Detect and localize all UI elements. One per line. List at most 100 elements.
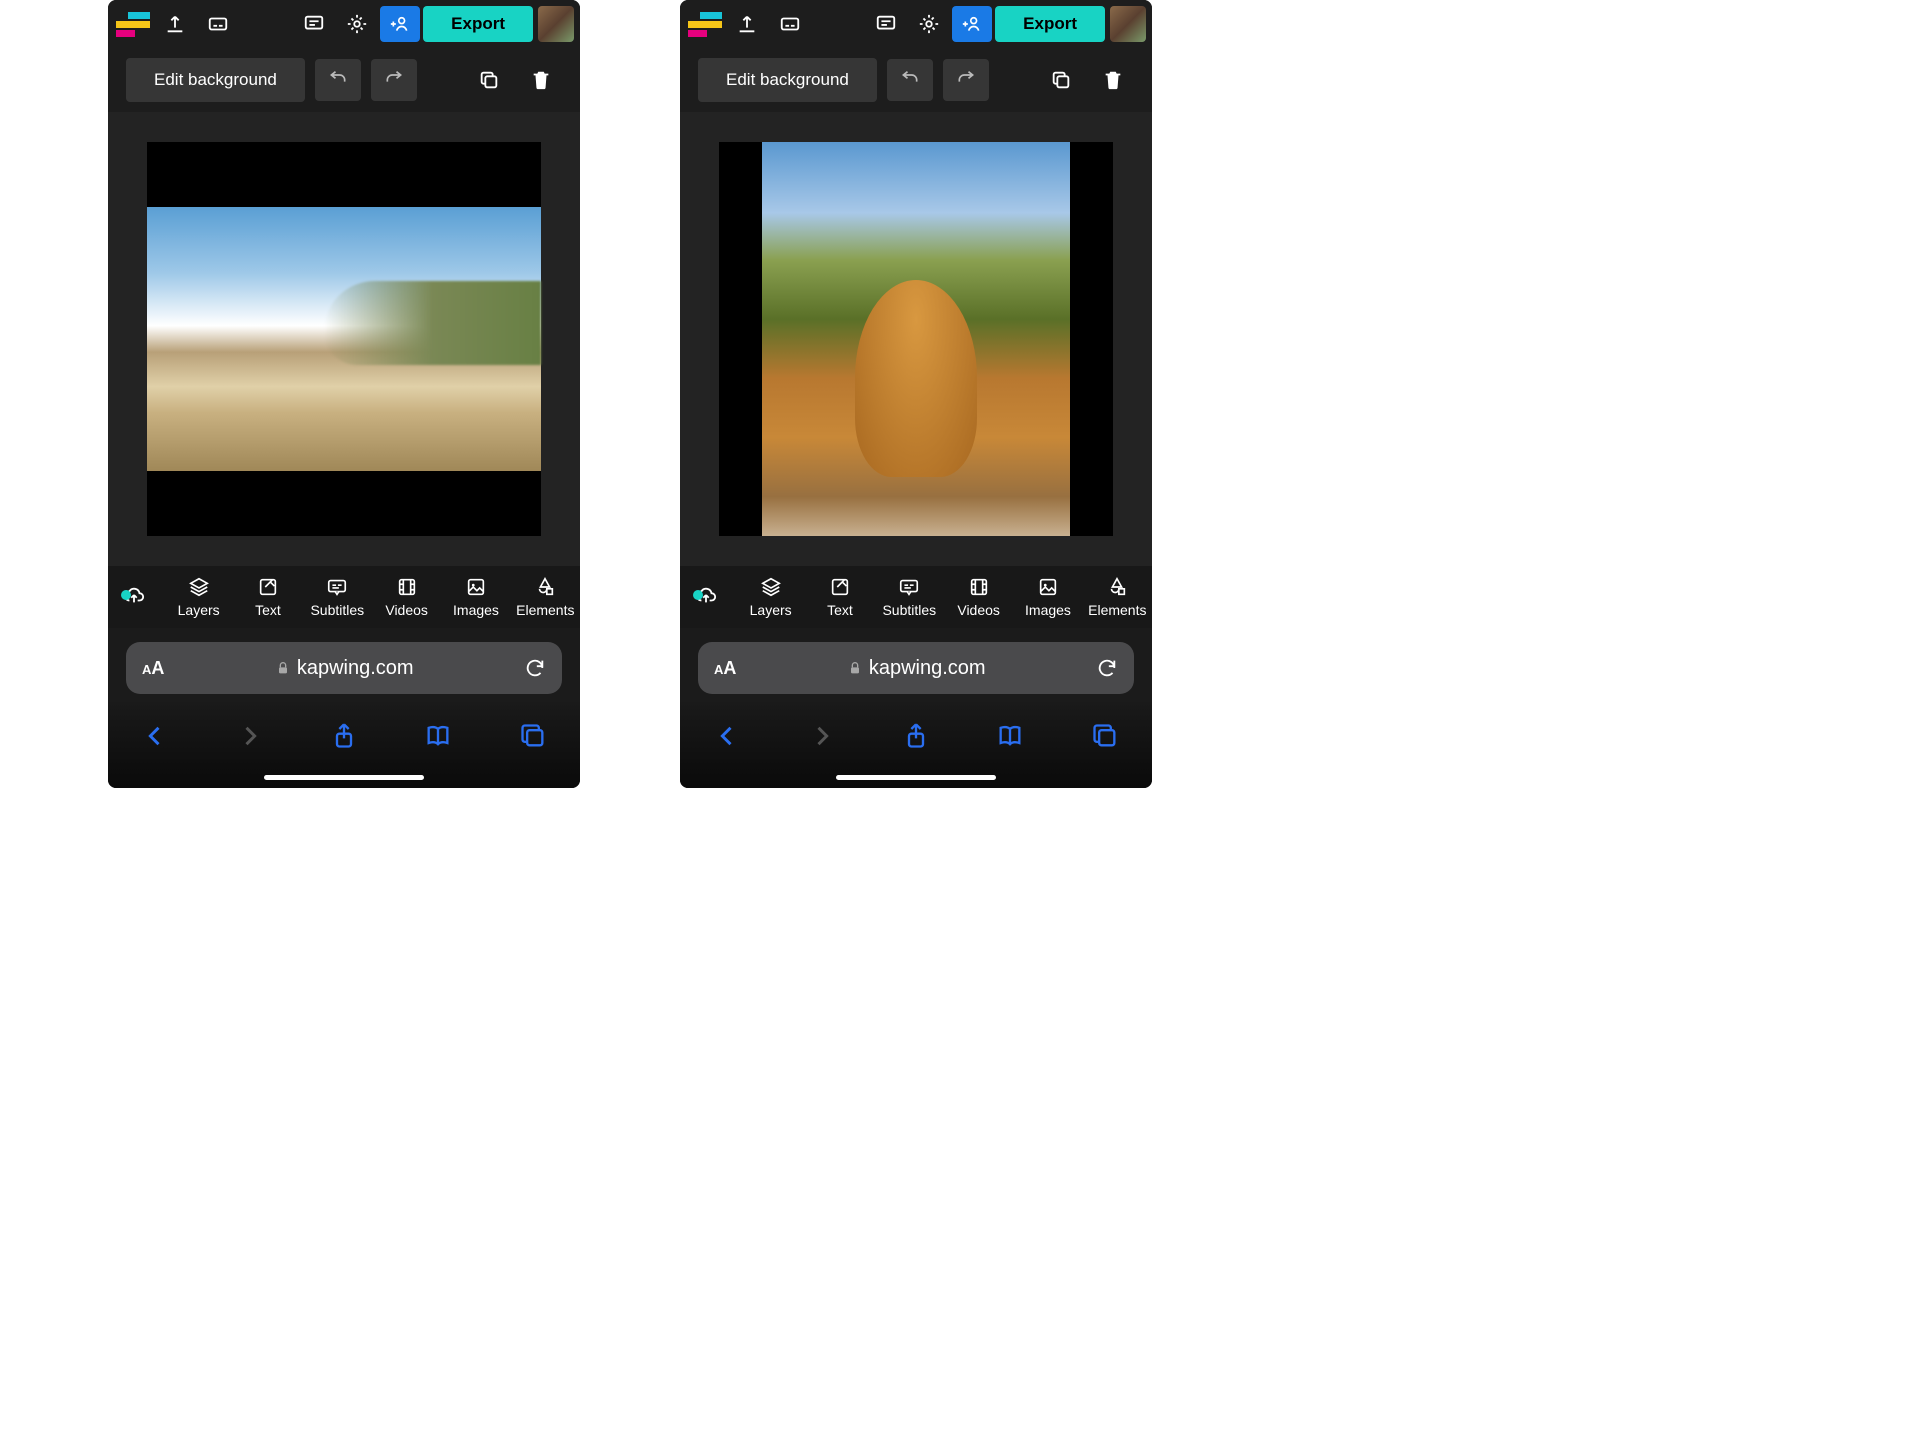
canvas-image[interactable] [147,207,541,471]
bookmarks-button[interactable] [988,714,1032,758]
delete-button[interactable] [1092,59,1134,101]
redo-icon [384,70,404,90]
address-bar[interactable]: AA kapwing.com [698,642,1134,694]
nav-forward-button[interactable] [800,714,844,758]
undo-button[interactable] [315,59,361,101]
bottom-toolbar: Layers Text Subtitles Videos Images Elem… [680,566,1152,628]
kapwing-logo[interactable] [686,9,724,39]
text-size-button[interactable]: AA [714,658,736,679]
text-size-button[interactable]: AA [142,658,164,679]
address-text: kapwing.com [869,657,986,680]
subtitles-icon [326,576,348,598]
gear-icon [918,13,940,35]
address-text: kapwing.com [297,657,414,680]
comments-button[interactable] [294,6,334,42]
layers-label: Layers [750,602,792,618]
chevron-left-icon [141,722,169,750]
address-content[interactable]: kapwing.com [736,657,1096,680]
layers-label: Layers [178,602,220,618]
nav-back-button[interactable] [705,714,749,758]
sub-toolbar: Edit background [108,48,580,112]
canvas-area[interactable] [108,112,580,566]
kapwing-logo[interactable] [114,9,152,39]
trash-icon [530,69,552,91]
reload-icon[interactable] [1096,657,1118,679]
canvas[interactable] [147,142,541,536]
tabs-icon [1091,722,1119,750]
tabs-button[interactable] [1083,714,1127,758]
layers-icon [188,576,210,598]
subtitles-tool[interactable]: Subtitles [875,576,944,618]
text-tool[interactable]: Text [805,576,874,618]
address-content[interactable]: kapwing.com [164,657,524,680]
export-button[interactable]: Export [995,6,1105,42]
elements-tool[interactable]: Elements [1083,576,1152,618]
edit-background-button[interactable]: Edit background [698,58,877,102]
address-bar[interactable]: AA kapwing.com [126,642,562,694]
add-user-button[interactable] [380,6,420,42]
add-user-button[interactable] [952,6,992,42]
edit-background-button[interactable]: Edit background [126,58,305,102]
share-button[interactable] [322,714,366,758]
cloud-upload-icon [123,584,145,606]
top-toolbar: Export [108,0,580,48]
home-indicator[interactable] [836,775,996,780]
videos-label: Videos [957,602,1000,618]
images-tool[interactable]: Images [1013,576,1082,618]
images-tool[interactable]: Images [441,576,510,618]
safari-bottom-nav [108,702,580,788]
tabs-icon [519,722,547,750]
loading-indicator [680,584,736,610]
bookmarks-button[interactable] [416,714,460,758]
undo-button[interactable] [887,59,933,101]
comments-button[interactable] [866,6,906,42]
bottom-toolbar: Layers Text Subtitles Videos Images Elem… [108,566,580,628]
subtitles-tool[interactable]: Subtitles [303,576,372,618]
home-indicator[interactable] [264,775,424,780]
text-icon [829,576,851,598]
editor-screen-right: Export Edit background Layers [680,0,1152,788]
canvas[interactable] [719,142,1113,536]
videos-tool[interactable]: Videos [944,576,1013,618]
duplicate-button[interactable] [1040,59,1082,101]
redo-button[interactable] [371,59,417,101]
undo-icon [900,70,920,90]
share-button[interactable] [894,714,938,758]
user-avatar[interactable] [1110,6,1146,42]
caption-button[interactable] [198,6,238,42]
sub-toolbar: Edit background [680,48,1152,112]
caption-icon [779,13,801,35]
reload-icon[interactable] [524,657,546,679]
subtitles-icon [898,576,920,598]
images-icon [465,576,487,598]
canvas-image[interactable] [762,142,1069,536]
settings-button[interactable] [909,6,949,42]
subtitles-label: Subtitles [310,602,364,618]
redo-button[interactable] [943,59,989,101]
chevron-right-icon [808,722,836,750]
caption-button[interactable] [770,6,810,42]
chevron-left-icon [713,722,741,750]
upload-icon [736,13,758,35]
nav-forward-button[interactable] [228,714,272,758]
videos-icon [396,576,418,598]
nav-back-button[interactable] [133,714,177,758]
tabs-button[interactable] [511,714,555,758]
caption-icon [207,13,229,35]
delete-button[interactable] [520,59,562,101]
videos-tool[interactable]: Videos [372,576,441,618]
settings-button[interactable] [337,6,377,42]
upload-button[interactable] [155,6,195,42]
editor-screen-left: Export Edit background Layers [108,0,580,788]
cloud-upload-icon [695,584,717,606]
layers-tool[interactable]: Layers [736,576,805,618]
elements-tool[interactable]: Elements [511,576,580,618]
text-tool[interactable]: Text [233,576,302,618]
export-button[interactable]: Export [423,6,533,42]
duplicate-button[interactable] [468,59,510,101]
upload-button[interactable] [727,6,767,42]
layers-tool[interactable]: Layers [164,576,233,618]
user-avatar[interactable] [538,6,574,42]
subtitles-label: Subtitles [882,602,936,618]
canvas-area[interactable] [680,112,1152,566]
